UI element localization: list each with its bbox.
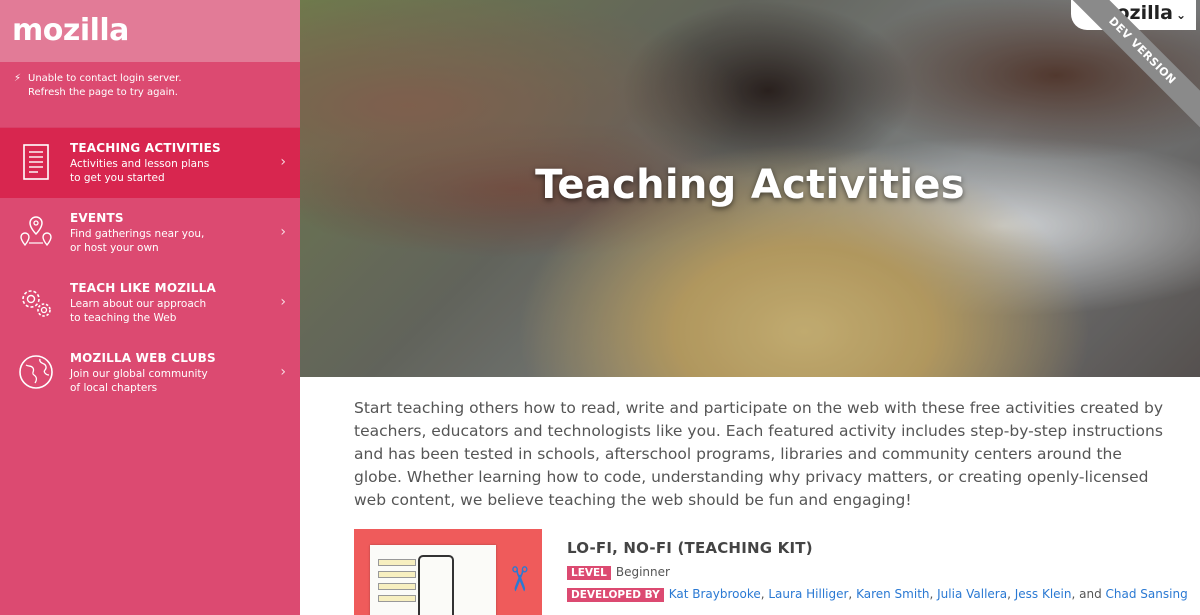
- lightning-icon: ⚡: [14, 73, 22, 84]
- mozilla-logo[interactable]: mozilla: [12, 14, 288, 48]
- notice-line-2: Refresh the page to try again.: [28, 87, 178, 98]
- activity-title[interactable]: LO-FI, NO-FI (TEACHING KIT): [567, 539, 813, 557]
- level-value: Beginner: [615, 565, 670, 579]
- sidebar-item-title: Events: [70, 211, 124, 225]
- thumbnail-paper: [370, 545, 496, 615]
- sidebar-item-desc-line1: Find gatherings near you,: [70, 228, 205, 240]
- activity-authors-row: Developed by Kat Braybrooke, Laura Hillig…: [567, 587, 1188, 602]
- chevron-right-icon: ›: [280, 224, 286, 240]
- chevron-right-icon: ›: [280, 294, 286, 310]
- activity-thumbnail[interactable]: ✂: [354, 529, 542, 615]
- map-pins-icon: [20, 216, 52, 247]
- document-icon: [23, 144, 49, 180]
- chevron-right-icon: ›: [280, 154, 286, 170]
- thumbnail-phone-sketch: [418, 555, 454, 615]
- author-link[interactable]: Jess Klein: [1015, 587, 1072, 601]
- sidebar: mozilla ⚡ Unable to contact login server.…: [0, 0, 300, 615]
- activity-level-row: Level Beginner: [567, 565, 670, 580]
- logo-bar: mozilla: [0, 0, 300, 62]
- author-link[interactable]: Kat Braybrooke: [669, 587, 761, 601]
- developed-by-tag: Developed by: [567, 588, 664, 602]
- sidebar-item-mozilla-web-clubs[interactable]: Mozilla Web Clubs Join our global commun…: [0, 338, 300, 408]
- sidebar-item-desc: Join our global community of local chapt…: [70, 367, 270, 395]
- sidebar-item-desc-line2: of local chapters: [70, 382, 158, 394]
- sidebar-item-desc-line1: Activities and lesson plans: [70, 158, 210, 170]
- sidebar-item-title: Teaching Activities: [70, 141, 221, 155]
- sidebar-item-desc: Learn about our approach to teaching the…: [70, 297, 270, 325]
- intro-paragraph: Start teaching others how to read, write…: [354, 399, 1164, 509]
- scissors-icon: ✂: [497, 564, 538, 594]
- globe-icon: [19, 355, 53, 389]
- login-notice: ⚡ Unable to contact login server. Refresh…: [0, 62, 300, 128]
- main-content: Start teaching others how to read, write…: [300, 377, 1200, 615]
- sidebar-item-desc-line1: Join our global community: [70, 368, 208, 380]
- thumbnail-sketch: [378, 559, 416, 615]
- author-separator: ,: [1007, 587, 1015, 601]
- level-tag: Level: [567, 566, 611, 580]
- sidebar-item-desc-line1: Learn about our approach: [70, 298, 207, 310]
- sidebar-item-desc-line2: or host your own: [70, 242, 159, 254]
- author-link[interactable]: Julia Vallera: [937, 587, 1007, 601]
- author-link[interactable]: Chad Sansing: [1106, 587, 1188, 601]
- author-separator: ,: [848, 587, 857, 601]
- sidebar-item-title: Teach Like Mozilla: [70, 281, 216, 295]
- sidebar-item-desc: Find gatherings near you, or host your o…: [70, 227, 270, 255]
- sidebar-item-desc: Activities and lesson plans to get you s…: [70, 157, 270, 185]
- sidebar-item-desc-line2: to get you started: [70, 172, 165, 184]
- sidebar-item-events[interactable]: Events Find gatherings near you, or host…: [0, 198, 300, 268]
- author-link[interactable]: Karen Smith: [856, 587, 929, 601]
- gears-icon: [22, 290, 51, 317]
- page-title: Teaching Activities: [535, 162, 965, 208]
- author-and: , and: [1071, 587, 1106, 601]
- sidebar-item-teaching-activities[interactable]: Teaching Activities Activities and lesso…: [0, 128, 300, 198]
- chevron-down-icon: ⌄: [1175, 8, 1186, 22]
- author-separator: ,: [929, 587, 938, 601]
- hero-banner: Teaching Activities mozilla ⌄ DEV VERSION: [300, 0, 1200, 377]
- sidebar-item-teach-like-mozilla[interactable]: Teach Like Mozilla Learn about our appro…: [0, 268, 300, 338]
- chevron-right-icon: ›: [280, 364, 286, 380]
- sidebar-item-title: Mozilla Web Clubs: [70, 351, 216, 365]
- author-link[interactable]: Laura Hilliger: [768, 587, 848, 601]
- notice-line-1: Unable to contact login server.: [28, 73, 182, 84]
- sidebar-item-desc-line2: to teaching the Web: [70, 312, 177, 324]
